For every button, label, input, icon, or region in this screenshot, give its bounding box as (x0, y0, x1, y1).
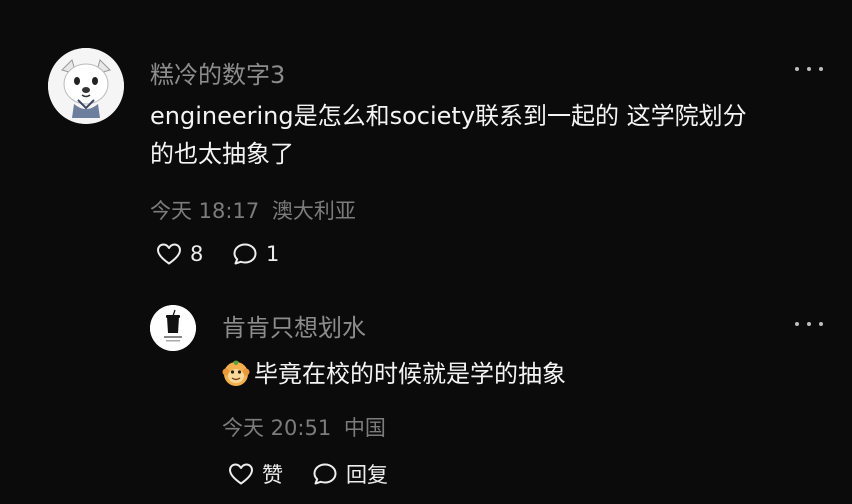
heart-icon (229, 463, 253, 485)
more-options-button[interactable] (795, 319, 823, 329)
avatar[interactable] (48, 48, 124, 124)
location: 澳大利亚 (271, 199, 356, 223)
dot-icon (795, 67, 799, 71)
cartoon-dog-avatar-icon (48, 48, 124, 124)
comment-bubble-icon (313, 463, 337, 485)
comment-bubble-icon (233, 243, 257, 265)
comment-item: 糕冷的数字3 engineering是怎么和society联系到一起的 这学院划… (0, 0, 852, 290)
like-button[interactable]: 赞 (228, 459, 283, 489)
heart-icon (157, 243, 181, 265)
reply-button[interactable]: 1 (232, 242, 279, 266)
location: 中国 (343, 416, 386, 440)
like-button[interactable]: 8 (156, 242, 203, 266)
timestamp: 今天 18:17 (150, 199, 260, 223)
reply-meta: 今天 20:51 中国 (222, 412, 386, 442)
like-count: 8 (190, 242, 204, 266)
timestamp: 今天 20:51 (222, 416, 332, 440)
dot-icon (807, 67, 811, 71)
dot-icon (807, 322, 811, 326)
dot-icon (819, 322, 823, 326)
reply-text-body: 毕竟在校的时候就是学的抽象 (254, 360, 566, 388)
username[interactable]: 糕冷的数字3 (150, 55, 285, 90)
like-label: 赞 (262, 463, 283, 487)
dot-icon (819, 67, 823, 71)
avatar[interactable] (150, 305, 196, 351)
username[interactable]: 肯肯只想划水 (222, 308, 366, 343)
dot-icon (795, 322, 799, 326)
reply-item: 肯肯只想划水 毕竟在校的时候就是学的抽象 今天 20:51 中国 赞 回复 (0, 290, 852, 504)
more-options-button[interactable] (795, 64, 823, 74)
comment-meta: 今天 18:17 澳大利亚 (150, 195, 356, 225)
reply-count: 1 (266, 242, 280, 266)
comment-text-line: 的也太抽象了 (150, 140, 294, 168)
coffee-cup-avatar-icon (150, 305, 196, 351)
reply-label: 回复 (346, 463, 388, 487)
reply-text: 毕竟在校的时候就是学的抽象 (222, 355, 822, 398)
comment-text: engineering是怎么和society联系到一起的 这学院划分 的也太抽象… (150, 97, 840, 173)
monkey-face-icon (222, 359, 250, 398)
comment-text-line: engineering是怎么和society联系到一起的 这学院划分 (150, 102, 747, 130)
reply-button[interactable]: 回复 (312, 459, 388, 489)
